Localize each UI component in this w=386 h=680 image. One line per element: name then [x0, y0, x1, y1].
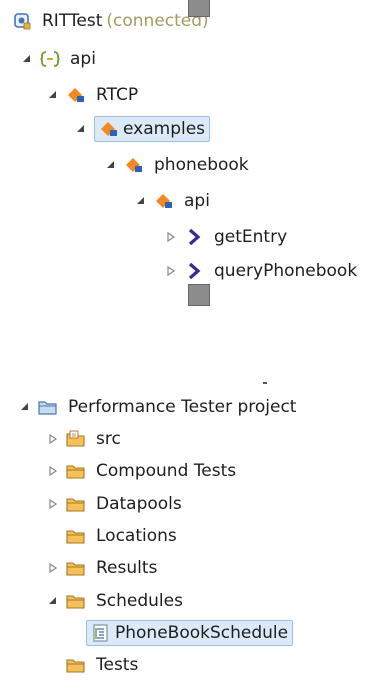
tree-item-label: queryPhonebook [214, 261, 358, 281]
expanded-arrow-icon[interactable] [104, 158, 118, 172]
tree-item-label: Locations [96, 526, 177, 546]
project-label: Performance Tester project [68, 397, 297, 417]
expanded-arrow-icon[interactable] [46, 594, 60, 608]
package-icon [124, 156, 144, 174]
expanded-arrow-icon[interactable] [134, 194, 148, 208]
tree-row-api-nested[interactable]: api [134, 186, 214, 216]
operation-chevron-icon [184, 262, 204, 280]
folder-icon [66, 527, 86, 545]
package-icon [66, 86, 86, 104]
package-icon [99, 120, 119, 138]
tree-item-label: Datapools [96, 494, 182, 514]
folder-icon [66, 462, 86, 480]
tree-row-phonebookschedule[interactable]: PhoneBookSchedule [86, 618, 294, 648]
project-root-label: RITTest [42, 11, 103, 31]
tree-row-project[interactable]: Performance Tester project [18, 392, 300, 422]
selected-tree-item[interactable]: examples [94, 116, 211, 142]
source-folder-icon [66, 430, 86, 448]
tree-item-label: api [184, 191, 210, 211]
expanded-arrow-icon[interactable] [46, 88, 60, 102]
expanded-arrow-icon[interactable] [18, 400, 32, 414]
folder-icon [66, 495, 86, 513]
bracket-icon [40, 50, 60, 68]
expanded-arrow-icon[interactable] [20, 52, 34, 66]
schedule-file-icon [91, 624, 111, 642]
tree-row-datapools[interactable]: Datapools [46, 489, 186, 519]
project-folder-icon [38, 398, 58, 416]
tree-row-queryphonebook[interactable]: queryPhonebook [164, 256, 361, 286]
stray-mark [263, 382, 267, 384]
tree-row-src[interactable]: src [46, 424, 125, 454]
tree-row-tests[interactable]: Tests [66, 650, 142, 680]
tree-row-examples[interactable]: examples [74, 114, 211, 144]
selected-tree-item[interactable]: PhoneBookSchedule [86, 620, 294, 646]
tree-row-api-root[interactable]: api [20, 44, 100, 74]
tree-item-label: Compound Tests [96, 461, 237, 481]
tree-item-label: src [96, 429, 121, 449]
overlay-square [188, 0, 210, 17]
tree-row-rittest[interactable]: RITTest (connected) [12, 6, 213, 36]
tree-row-schedules[interactable]: Schedules [46, 586, 187, 616]
tree-row-phonebook[interactable]: phonebook [104, 150, 253, 180]
tree-row-results[interactable]: Results [46, 553, 161, 583]
collapsed-arrow-icon[interactable] [46, 432, 60, 446]
tree-row-compound-tests[interactable]: Compound Tests [46, 456, 240, 486]
project-root-icon [12, 12, 32, 30]
overlay-square [188, 284, 210, 306]
collapsed-arrow-icon[interactable] [46, 561, 60, 575]
tree-item-label: examples [123, 119, 206, 139]
collapsed-arrow-icon[interactable] [46, 464, 60, 478]
tree-item-label: PhoneBookSchedule [115, 623, 289, 643]
tree-item-label: RTCP [96, 85, 139, 105]
folder-icon [66, 592, 86, 610]
folder-icon [66, 559, 86, 577]
collapsed-arrow-icon[interactable] [46, 497, 60, 511]
tree-item-label: getEntry [214, 227, 288, 247]
tree-item-label: Schedules [96, 591, 183, 611]
tree-item-label: Tests [96, 655, 139, 675]
tree-item-label: api [70, 49, 96, 69]
expanded-arrow-icon[interactable] [74, 122, 88, 136]
folder-icon [66, 656, 86, 674]
operation-chevron-icon [184, 228, 204, 246]
collapsed-arrow-icon[interactable] [164, 264, 178, 278]
tree-row-getentry[interactable]: getEntry [164, 222, 291, 252]
tree-item-label: phonebook [154, 155, 249, 175]
collapsed-arrow-icon[interactable] [164, 230, 178, 244]
package-icon [154, 192, 174, 210]
tree-row-rtcp[interactable]: RTCP [46, 80, 142, 110]
tree-item-label: Results [96, 558, 158, 578]
tree-row-locations[interactable]: Locations [66, 521, 181, 551]
